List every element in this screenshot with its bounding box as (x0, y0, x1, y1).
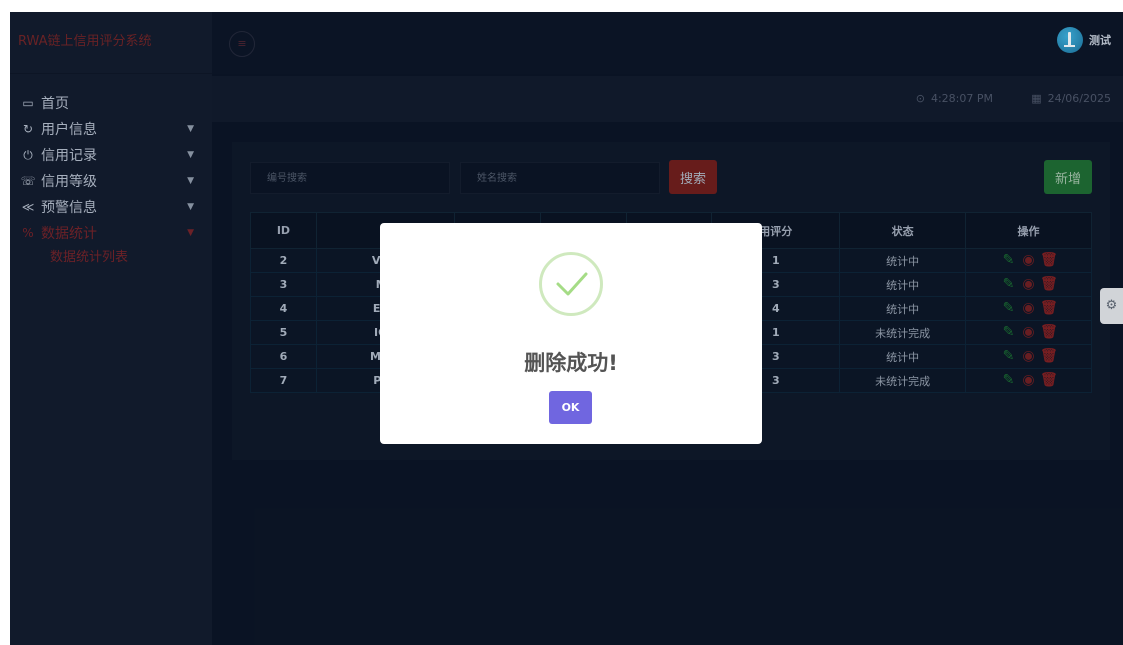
success-dialog: 删除成功! OK (380, 223, 762, 444)
ok-button[interactable]: OK (549, 391, 592, 424)
app-frame: RWA链上信用评分系统 ▭ 首页 ↻ 用户信息 ▼ ⏻ 信用记录 ▼ ☏ 信用等… (10, 12, 1123, 645)
dialog-title: 删除成功! (524, 351, 618, 375)
check-icon (539, 252, 603, 316)
